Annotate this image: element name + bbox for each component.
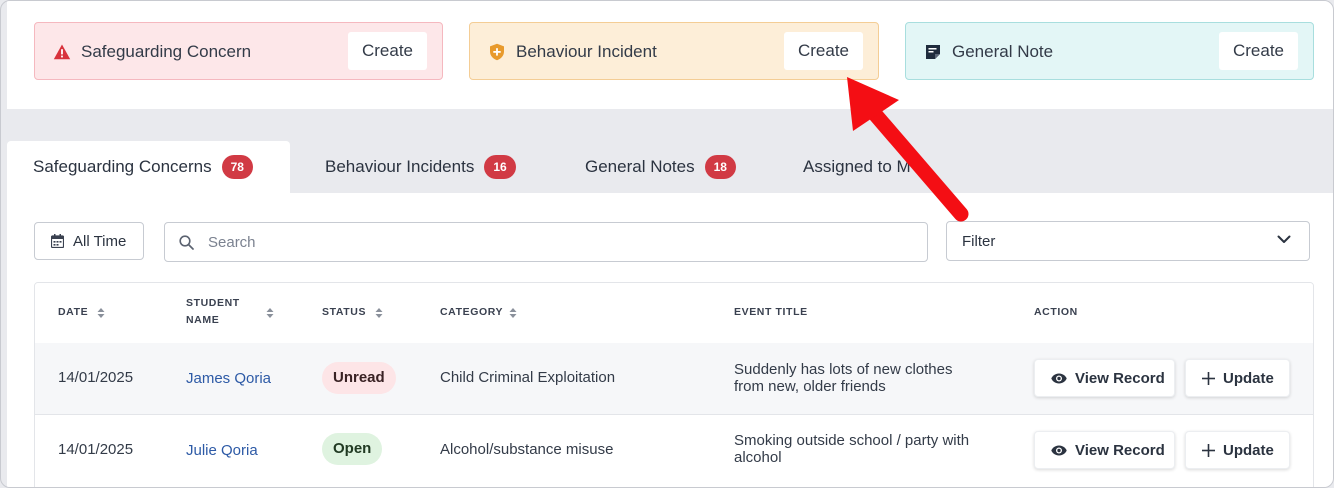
view-record-label: View Record <box>1075 369 1165 387</box>
count-badge: 16 <box>484 155 516 179</box>
count-badge: 18 <box>704 155 736 179</box>
records-table: DATE STUDENT NAME STATUS CATEGORY EVENT … <box>34 282 1314 487</box>
status-badge: Unread <box>322 362 396 394</box>
date-cell: 14/01/2025 <box>58 441 134 458</box>
create-safeguarding-button[interactable]: Create <box>347 32 427 70</box>
calendar-icon <box>51 234 64 248</box>
column-header-student: STUDENT <box>186 297 240 309</box>
safeguarding-concern-card: Safeguarding Concern Create <box>34 22 443 80</box>
eye-icon <box>1051 445 1067 455</box>
update-button[interactable]: Update <box>1185 359 1290 397</box>
create-note-button[interactable]: Create <box>1218 32 1298 70</box>
shield-plus-icon <box>490 43 504 61</box>
count-badge: 78 <box>221 155 253 179</box>
filter-select[interactable]: Filter <box>946 221 1310 261</box>
tab-assigned-to-me[interactable]: Assigned to M <box>777 141 937 193</box>
table-header: DATE STUDENT NAME STATUS CATEGORY EVENT … <box>35 283 1313 343</box>
column-header-status: STATUS <box>322 306 367 318</box>
sort-icon[interactable] <box>266 308 274 318</box>
app-frame: Safeguarding Concern Create Behaviour In… <box>0 0 1334 488</box>
event-title-line-2: alcohol <box>734 449 782 466</box>
tab-behaviour-incidents[interactable]: Behaviour Incidents 16 <box>299 141 542 193</box>
category-cell: Child Criminal Exploitation <box>440 369 616 386</box>
create-behaviour-button[interactable]: Create <box>783 32 863 70</box>
eye-icon <box>1051 373 1067 383</box>
sort-icon[interactable] <box>375 308 383 318</box>
update-button[interactable]: Update <box>1185 431 1290 469</box>
note-icon <box>926 45 940 59</box>
filter-label: Filter <box>962 232 996 250</box>
search-icon <box>179 234 194 250</box>
tab-general-notes[interactable]: General Notes 18 <box>559 141 762 193</box>
column-header-event-title: EVENT TITLE <box>734 306 808 318</box>
status-badge: Open <box>322 433 383 465</box>
card-label: Safeguarding Concern <box>81 42 252 61</box>
plus-icon <box>1202 371 1215 385</box>
column-header-action: ACTION <box>1034 306 1078 318</box>
card-label: General Note <box>952 42 1054 61</box>
table-row: 14/01/2025 Julie Qoria Open Alcohol/subs… <box>35 414 1313 486</box>
update-label: Update <box>1223 441 1274 459</box>
tab-label: General Notes <box>585 157 695 176</box>
view-record-button[interactable]: View Record <box>1034 359 1175 397</box>
tab-safeguarding-concerns[interactable]: Safeguarding Concerns 78 <box>7 141 290 193</box>
date-range-button[interactable]: All Time <box>34 222 144 260</box>
date-range-label: All Time <box>73 232 127 250</box>
column-header-student-2: NAME <box>186 314 220 326</box>
general-note-card: General Note Create <box>905 22 1314 80</box>
view-record-label: View Record <box>1075 441 1165 459</box>
create-cards-bar: Safeguarding Concern Create Behaviour In… <box>7 1 1333 109</box>
column-header-date: DATE <box>58 306 89 318</box>
search-input[interactable] <box>206 232 910 252</box>
update-label: Update <box>1223 369 1274 387</box>
card-label: Behaviour Incident <box>516 42 657 61</box>
event-title-line-1: Suddenly has lots of new clothes <box>734 361 953 378</box>
tab-label: Behaviour Incidents <box>325 157 475 176</box>
table-row: 14/01/2025 James Qoria Unread Child Crim… <box>35 343 1313 414</box>
event-title-line-1: Smoking outside school / party with <box>734 432 970 449</box>
date-cell: 14/01/2025 <box>58 369 134 386</box>
view-record-button[interactable]: View Record <box>1034 431 1175 469</box>
search-box <box>164 222 928 262</box>
tab-label: Assigned to M <box>803 157 911 176</box>
category-cell: Alcohol/substance misuse <box>440 441 614 458</box>
plus-icon <box>1202 443 1215 457</box>
student-name-link[interactable]: James Qoria <box>186 370 271 387</box>
student-name-link[interactable]: Julie Qoria <box>186 442 258 459</box>
sort-icon[interactable] <box>509 308 517 318</box>
chevron-down-icon <box>1277 235 1291 243</box>
warning-triangle-icon <box>53 44 71 60</box>
tab-label: Safeguarding Concerns <box>33 157 212 176</box>
event-title-line-2: from new, older friends <box>734 378 886 395</box>
records-panel: All Time Filter DATE STUDENT NAME STATUS <box>7 193 1333 487</box>
behaviour-incident-card: Behaviour Incident Create <box>469 22 879 80</box>
sort-icon[interactable] <box>97 308 105 318</box>
record-tabs: Safeguarding Concerns 78 Behaviour Incid… <box>7 141 1333 193</box>
column-header-category: CATEGORY <box>440 306 504 318</box>
